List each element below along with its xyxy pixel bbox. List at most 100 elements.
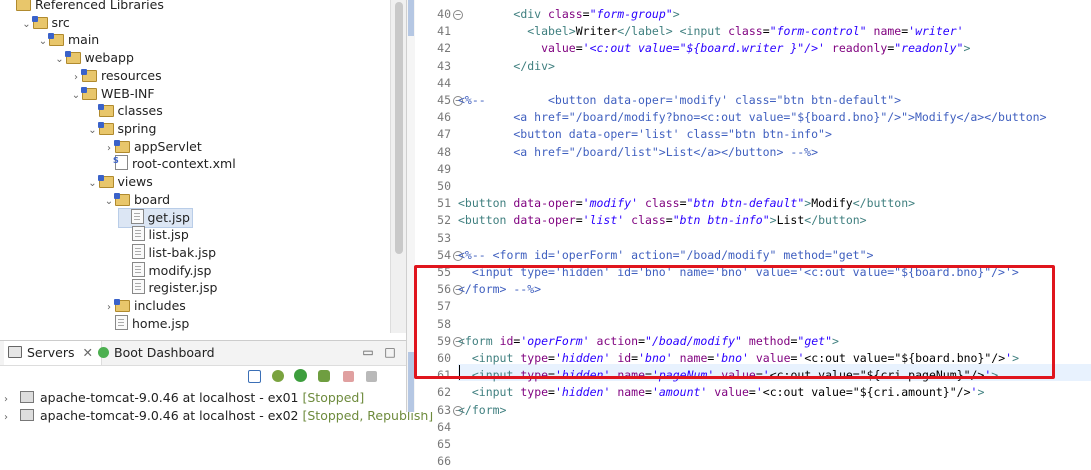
start-server-icon[interactable] — [294, 369, 307, 382]
tree-item[interactable]: ⌄ WEB-INF — [70, 85, 155, 103]
debug-icon[interactable] — [272, 370, 284, 382]
tree-item-label: src — [51, 14, 70, 30]
tree-vertical-scrollbar[interactable] — [390, 0, 407, 333]
code-line[interactable]: <%-- <button data-oper='modify' class="b… — [458, 92, 901, 109]
jsp-icon — [131, 279, 145, 295]
jsp-icon — [130, 209, 144, 225]
profile-icon[interactable] — [318, 370, 330, 382]
jsp-icon — [131, 243, 145, 259]
chevron-down-icon[interactable]: ⌄ — [87, 122, 99, 140]
tree-item[interactable]: register.jsp — [120, 279, 217, 297]
folder-icon — [97, 121, 114, 135]
folder-icon — [31, 15, 48, 29]
tree-item[interactable]: classes — [87, 102, 163, 120]
servers-icon — [8, 346, 22, 358]
line-number: 42 — [437, 41, 451, 56]
tab-servers[interactable]: Servers ✕ — [4, 341, 102, 365]
folder-icon — [81, 68, 97, 82]
tree-item-label: appServlet — [134, 138, 202, 154]
server-status: [Stopped] — [302, 390, 365, 405]
publish-icon[interactable] — [366, 371, 377, 382]
line-number: 62 — [437, 385, 451, 400]
tree-item-label: list.jsp — [148, 227, 189, 243]
tree-item[interactable]: ⌄ main — [37, 31, 99, 49]
tree-item-label: modify.jsp — [148, 262, 212, 278]
line-number: 52 — [437, 213, 451, 228]
tree-item-label: webapp — [84, 50, 134, 66]
folder-icon — [81, 86, 97, 100]
left-panel: Referenced Libraries ⌄ src ⌄ main ⌄ webapp › res… — [0, 0, 433, 423]
line-number: 66 — [437, 454, 451, 469]
code-line[interactable]: value='<c:out value="${board.writer }"/>… — [458, 40, 970, 57]
code-line[interactable]: <div class="form-group"> — [458, 6, 679, 23]
stop-server-icon[interactable] — [343, 371, 354, 382]
tree-item[interactable]: ⌄ src — [21, 14, 70, 34]
chevron-down-icon[interactable]: ⌄ — [54, 51, 66, 69]
tree-item[interactable]: modify.jsp — [120, 261, 212, 280]
maximize-icon[interactable]: □ — [382, 344, 398, 360]
tree-item[interactable]: › includes — [103, 297, 186, 315]
jsp-icon — [115, 314, 128, 330]
tree-item-label: Referenced Libraries — [35, 0, 164, 12]
tree-item-label: spring — [117, 120, 157, 136]
jsp-icon — [131, 226, 145, 242]
server-row[interactable]: › apache-tomcat-9.0.46 at localhost - ex… — [0, 389, 364, 407]
line-number: 40 — [437, 7, 451, 21]
collapse-icon[interactable] — [248, 370, 261, 383]
tree-item[interactable]: ⌄ board — [103, 191, 170, 209]
code-line[interactable]: <%-- <form id='operForm' action="/boad/m… — [458, 247, 873, 264]
tree-item-label: root-context.xml — [132, 156, 236, 172]
tree-item[interactable]: ⌄ webapp — [54, 49, 134, 67]
line-number: 54 — [437, 247, 451, 262]
tree-item[interactable]: Referenced Libraries — [4, 0, 164, 14]
tree-item-label: resources — [101, 67, 162, 83]
tab-boot-dashboard[interactable]: Boot Dashboard — [92, 341, 221, 365]
tree-item-label: main — [68, 32, 100, 48]
chevron-down-icon[interactable]: ⌄ — [87, 175, 99, 193]
tree-item[interactable]: list.jsp — [120, 226, 189, 244]
line-number: 44 — [437, 75, 451, 90]
library-icon — [16, 0, 31, 11]
line-number: 63 — [437, 402, 451, 417]
scrollbar-thumb[interactable] — [395, 2, 403, 254]
tomcat-icon — [19, 391, 34, 403]
line-number: 49 — [437, 161, 451, 176]
line-number: 64 — [437, 419, 451, 434]
code-line[interactable]: <button data-oper='modify' class="btn bt… — [458, 195, 915, 212]
server-name: apache-tomcat-9.0.46 at localhost - ex01 — [39, 390, 299, 405]
tab-servers-label: Servers — [27, 345, 75, 360]
tree-item[interactable]: ⌄ views — [87, 173, 153, 191]
servers-toolbar — [0, 366, 406, 388]
code-line[interactable]: </form> — [458, 402, 506, 419]
tree-item[interactable]: ⌄ spring — [87, 120, 157, 140]
change-marker — [408, 0, 414, 36]
code-line[interactable]: <a href="/board/list">List</a></button> … — [458, 144, 818, 161]
tree-item[interactable]: home.jsp — [103, 314, 189, 333]
folder-icon — [114, 192, 130, 206]
jsp-icon — [131, 261, 145, 277]
tree-item-label: WEB-INF — [101, 85, 155, 101]
code-line[interactable]: <a href="/board/modify?bno=<c:out value=… — [458, 109, 1046, 126]
code-line[interactable]: <button data-oper='list' class="btn btn-… — [458, 126, 832, 143]
minimize-icon[interactable]: ▭ — [360, 344, 376, 360]
folder-icon — [97, 104, 114, 118]
folder-icon — [48, 33, 64, 47]
tree-item-label: includes — [134, 297, 186, 313]
folder-icon — [97, 175, 114, 188]
chevron-down-icon[interactable]: ⌄ — [21, 16, 33, 34]
tomcat-icon — [19, 409, 34, 421]
line-number: 41 — [437, 24, 451, 39]
line-number: 46 — [437, 110, 451, 125]
code-line[interactable]: <button data-oper='list' class="btn btn-… — [458, 212, 867, 229]
line-number: 51 — [437, 196, 451, 211]
tree-item[interactable]: list-bak.jsp — [120, 243, 216, 262]
server-row[interactable]: › apache-tomcat-9.0.46 at localhost - ex… — [0, 407, 433, 425]
tree-item[interactable]: root-context.xml — [103, 152, 236, 173]
tree-item[interactable]: › resources — [70, 67, 162, 85]
line-number: 45 — [437, 93, 451, 107]
code-line[interactable]: <label>Writer</label> <input class="form… — [458, 23, 963, 40]
code-line[interactable]: <input type='hidden' name='amount' value… — [458, 384, 985, 401]
red-highlight-box — [414, 265, 1055, 379]
code-line[interactable]: </div> — [458, 58, 555, 75]
tree-item-label: board — [134, 191, 171, 207]
